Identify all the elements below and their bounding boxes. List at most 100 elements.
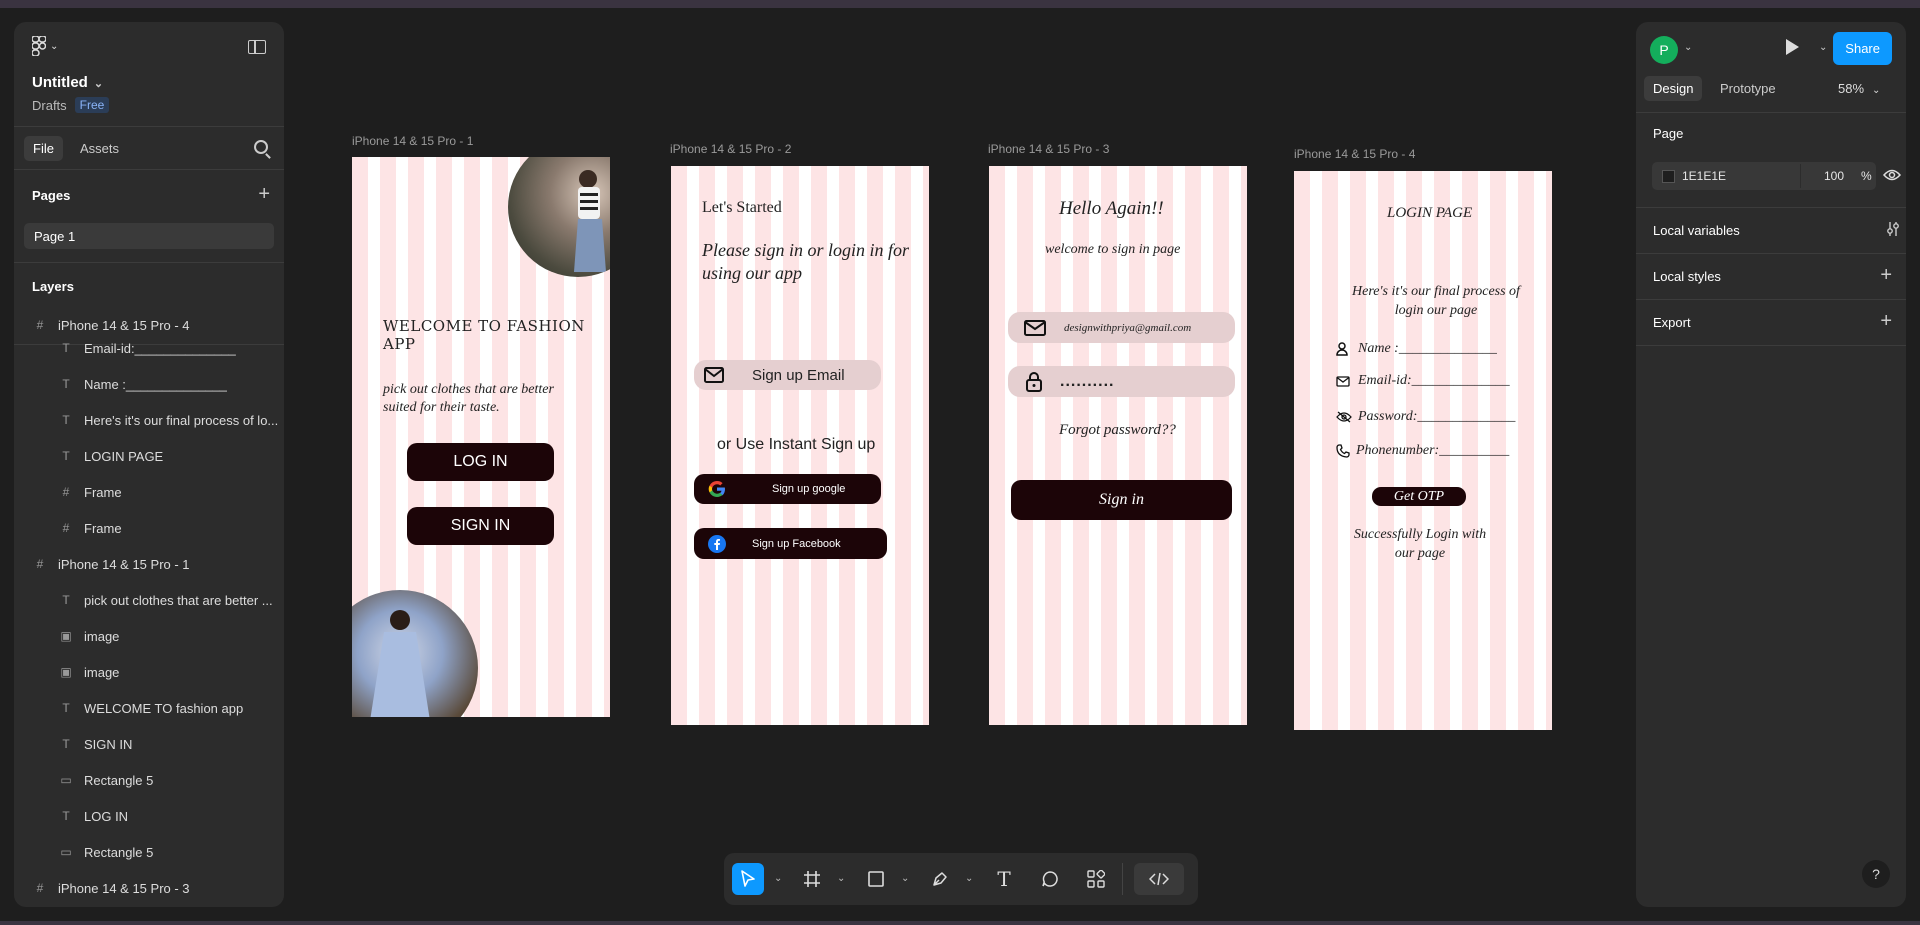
phone-frame-3[interactable]: Hello Again!! welcome to sign in page de… (989, 166, 1247, 725)
frame-tool[interactable] (796, 863, 828, 895)
frame-label[interactable]: iPhone 14 & 15 Pro - 1 (352, 134, 473, 148)
tab-prototype[interactable]: Prototype (1720, 81, 1776, 96)
window-top-strip (0, 0, 1920, 8)
forgot-password-link[interactable]: Forgot password?? (1059, 422, 1176, 439)
password-value: .......... (1060, 372, 1115, 390)
pen-tool[interactable] (924, 863, 956, 895)
layer-frame[interactable]: # Frame (14, 474, 284, 510)
add-export-icon[interactable]: + (1880, 311, 1892, 331)
play-icon[interactable] (1786, 39, 1799, 55)
color-swatch[interactable] (1662, 170, 1675, 183)
actions-tool[interactable] (1080, 863, 1112, 895)
frame-label[interactable]: iPhone 14 & 15 Pro - 2 (670, 142, 791, 156)
page-item[interactable]: Page 1 (24, 223, 274, 249)
layer-rectangle[interactable]: ▭ Rectangle 5 (14, 834, 284, 870)
signup-google-button[interactable]: Sign up google (694, 474, 881, 504)
layer-label: LOG IN (84, 808, 129, 824)
mail-icon (1024, 319, 1046, 336)
tab-design[interactable]: Design (1644, 76, 1703, 101)
divider (1636, 299, 1906, 300)
export-heading[interactable]: Export (1653, 315, 1691, 330)
layer-label: Email-id:______________ (84, 340, 236, 356)
shape-tool[interactable] (860, 863, 892, 895)
image-icon: ▣ (60, 629, 72, 643)
signin-button[interactable]: SIGN IN (407, 507, 554, 545)
dev-mode-toggle[interactable] (1134, 863, 1184, 895)
move-tool[interactable] (732, 863, 764, 895)
name-field[interactable]: Name :______________ (1336, 341, 1497, 357)
model-figure-icon (370, 610, 430, 717)
phone-frame-2[interactable]: Let's Started Please sign in or login in… (671, 166, 929, 725)
layer-rectangle[interactable]: ▭ Rectangle 5 (14, 762, 284, 798)
signup-facebook-button[interactable]: Sign up Facebook (694, 528, 887, 559)
text-tool[interactable]: T (988, 863, 1020, 895)
layer-image[interactable]: ▣ image (14, 618, 284, 654)
field-divider (1800, 164, 1801, 188)
layer-text[interactable]: T LOGIN PAGE (14, 438, 284, 474)
login-page-title: LOGIN PAGE (1387, 205, 1473, 221)
signin-button[interactable]: Sign in (1011, 480, 1232, 520)
page-opacity[interactable]: 100 (1824, 169, 1844, 183)
frame-label[interactable]: iPhone 14 & 15 Pro - 3 (988, 142, 1109, 156)
chevron-down-icon[interactable]: ⌄ (901, 873, 909, 884)
layer-text[interactable]: T LOG IN (14, 798, 284, 834)
local-variables[interactable]: Local variables (1653, 223, 1740, 238)
sidebar-toggle-icon[interactable] (248, 40, 266, 54)
page-color-field[interactable]: 1E1E1E 100 % (1652, 162, 1876, 190)
layer-text[interactable]: T WELCOME TO fashion app (14, 690, 284, 726)
layer-label: Frame (84, 484, 122, 500)
eye-icon[interactable] (1883, 169, 1901, 181)
password-field[interactable]: Password:______________ (1336, 409, 1515, 425)
figma-logo-icon (32, 36, 46, 56)
password-field[interactable]: .......... (1008, 366, 1235, 397)
comment-tool[interactable] (1034, 863, 1066, 895)
layer-label: LOGIN PAGE (84, 448, 164, 464)
phone-field[interactable]: Phonenumber:__________ (1336, 443, 1509, 459)
layer-image[interactable]: ▣ image (14, 654, 284, 690)
comment-icon (1042, 871, 1058, 887)
file-title[interactable]: Untitled ⌄ (32, 74, 103, 91)
layer-frame[interactable]: # iPhone 14 & 15 Pro - 3 (14, 870, 284, 906)
get-otp-button[interactable]: Get OTP (1372, 487, 1466, 506)
phone-frame-4[interactable]: LOGIN PAGE Here's it's our final process… (1294, 171, 1552, 730)
chevron-down-icon[interactable]: ⌄ (1684, 42, 1692, 53)
page-color-hex[interactable]: 1E1E1E (1682, 169, 1726, 183)
layer-text[interactable]: T Here's it's our final process of lo... (14, 402, 284, 438)
layer-label: Rectangle 5 (84, 772, 154, 788)
signup-email-button[interactable]: Sign up Email (694, 360, 881, 390)
phone-frame-1[interactable]: WELCOME TO FASHION APP pick out clothes … (352, 157, 610, 717)
chevron-down-icon[interactable]: ⌄ (837, 873, 845, 884)
text-icon: T (62, 377, 70, 391)
add-style-icon[interactable]: + (1880, 265, 1892, 285)
layer-frame[interactable]: # Frame (14, 510, 284, 546)
email-field[interactable]: Email-id:______________ (1336, 373, 1510, 389)
email-field[interactable]: designwithpriya@gmail.com (1008, 312, 1235, 343)
layer-text[interactable]: T Name :______________ (14, 366, 284, 402)
code-icon (1149, 872, 1169, 886)
local-styles[interactable]: Local styles (1653, 269, 1721, 284)
main-menu-button[interactable]: ⌄ (32, 36, 58, 56)
share-button[interactable]: Share (1833, 32, 1892, 65)
tab-assets[interactable]: Assets (80, 141, 119, 156)
variables-icon[interactable] (1886, 221, 1900, 237)
add-page-icon[interactable]: + (258, 184, 270, 204)
name-field-label: Name :______________ (1358, 341, 1497, 356)
layer-label: pick out clothes that are better ... (84, 592, 273, 608)
mail-icon (704, 367, 724, 383)
chevron-down-icon[interactable]: ⌄ (774, 873, 782, 884)
layer-text[interactable]: T SIGN IN (14, 726, 284, 762)
layer-text[interactable]: Tpick out clothes that are better ... (14, 582, 284, 618)
tab-file[interactable]: File (24, 136, 63, 161)
layer-frame[interactable]: # iPhone 14 & 15 Pro - 1 (14, 546, 284, 582)
layer-text[interactable]: T Email-id:______________ (14, 330, 284, 366)
avatar[interactable]: P (1650, 36, 1678, 64)
hello-again-title: Hello Again!! (1059, 198, 1164, 219)
chevron-down-icon[interactable]: ⌄ (1819, 42, 1827, 53)
zoom-level[interactable]: 58% ⌄ (1838, 81, 1880, 96)
frame-label[interactable]: iPhone 14 & 15 Pro - 4 (1294, 147, 1415, 161)
search-icon[interactable] (254, 140, 268, 154)
divider (1636, 253, 1906, 254)
chevron-down-icon[interactable]: ⌄ (965, 873, 973, 884)
help-icon[interactable]: ? (1862, 860, 1890, 888)
login-button[interactable]: LOG IN (407, 443, 554, 481)
